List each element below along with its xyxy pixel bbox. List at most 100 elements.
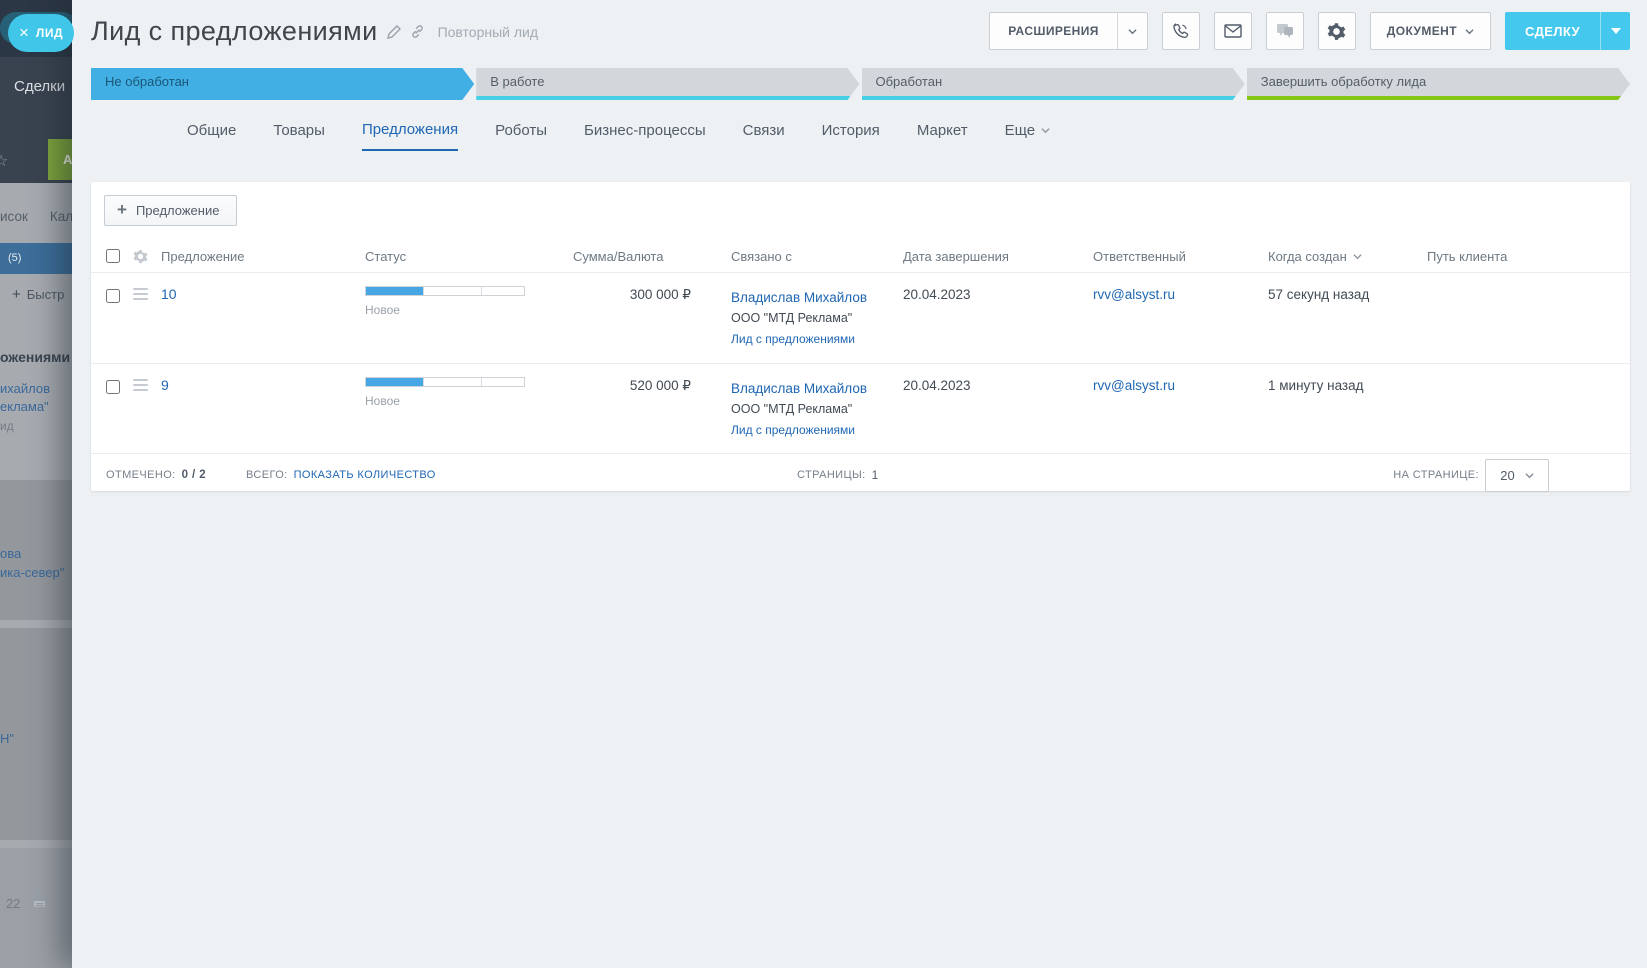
column-header-status[interactable]: Статус bbox=[365, 249, 573, 264]
close-slider-pill[interactable]: × ЛИД bbox=[8, 14, 74, 52]
star-icon: ☆ bbox=[0, 153, 9, 170]
quote-status-label: Новое bbox=[365, 303, 400, 317]
column-header-client-path[interactable]: Путь клиента bbox=[1427, 249, 1630, 264]
company-name: ООО "МТД Реклама" bbox=[731, 401, 853, 416]
background-link-fragment: ика-север" bbox=[0, 565, 65, 580]
grid-settings-icon[interactable] bbox=[133, 249, 161, 264]
background-link-fragment: Н" bbox=[0, 731, 15, 746]
tab-general[interactable]: Общие bbox=[187, 121, 236, 151]
stage-not-processed[interactable]: Не обработан bbox=[91, 68, 474, 100]
column-header-amount[interactable]: Сумма/Валюта bbox=[573, 249, 731, 264]
panel-header: Лид с предложениями Повторный лид РАСШИР… bbox=[91, 0, 1630, 62]
create-deal-button[interactable]: СДЕЛКУ bbox=[1504, 12, 1630, 50]
column-header-quote[interactable]: Предложение bbox=[161, 249, 365, 264]
quote-status-progressbar[interactable] bbox=[365, 376, 525, 387]
column-header-responsible[interactable]: Ответственный bbox=[1093, 249, 1268, 264]
lead-link[interactable]: Лид с предложениями bbox=[731, 332, 855, 346]
stage-in-progress[interactable]: В работе bbox=[476, 68, 859, 100]
background-card-block: ова ика-север" bbox=[0, 480, 72, 620]
tab-history[interactable]: История bbox=[822, 121, 880, 151]
add-quote-button[interactable]: + Предложение bbox=[104, 195, 238, 226]
quote-id-link[interactable]: 10 bbox=[161, 286, 177, 302]
background-deal-name-fragment: ожениями bbox=[0, 349, 71, 365]
per-page-label: НА СТРАНИЦЕ: bbox=[1393, 469, 1479, 481]
extensions-dropdown-arrow[interactable] bbox=[1116, 13, 1147, 49]
responsible-link[interactable]: rvv@alsyst.ru bbox=[1093, 378, 1175, 393]
contact-link[interactable]: Владислав Михайлов bbox=[731, 381, 867, 396]
chat-bubbles-icon bbox=[1276, 23, 1294, 39]
row-menu-icon[interactable] bbox=[133, 378, 161, 394]
quotes-grid-card: + Предложение Предложение Статус Сумма/В… bbox=[91, 182, 1630, 496]
lead-stage-bar: Не обработан В работе Обработан Завершит… bbox=[91, 68, 1630, 100]
edit-title-icon[interactable] bbox=[386, 24, 401, 39]
stage-underline bbox=[476, 96, 859, 100]
chevron-down-icon bbox=[1525, 472, 1534, 478]
row-checkbox[interactable] bbox=[106, 289, 120, 303]
tab-connections[interactable]: Связи bbox=[743, 121, 785, 151]
email-button[interactable] bbox=[1213, 12, 1252, 50]
created-ago: 1 минуту назад bbox=[1268, 377, 1364, 393]
gear-icon bbox=[1327, 22, 1346, 41]
extensions-button[interactable]: РАСШИРЕНИЯ bbox=[989, 12, 1148, 50]
plus-icon: + bbox=[117, 200, 127, 219]
grid-footer: ОТМЕЧЕНО: 0 / 2 ВСЕГО: ПОКАЗАТЬ КОЛИЧЕСТ… bbox=[91, 454, 1630, 496]
quote-status-label: Новое bbox=[365, 393, 400, 408]
column-header-related[interactable]: Связано с bbox=[731, 249, 903, 264]
show-count-link[interactable]: ПОКАЗАТЬ КОЛИЧЕСТВО bbox=[294, 469, 436, 481]
pages-value: 1 bbox=[871, 468, 879, 482]
column-header-finish-date[interactable]: Дата завершения bbox=[903, 249, 1093, 264]
envelope-icon bbox=[1224, 24, 1242, 38]
link-icon[interactable] bbox=[410, 24, 425, 39]
total-label: ВСЕГО: bbox=[246, 469, 288, 481]
chevron-down-icon bbox=[1465, 28, 1474, 34]
tab-products[interactable]: Товары bbox=[273, 121, 325, 151]
chat-button[interactable] bbox=[1265, 12, 1304, 50]
column-header-created[interactable]: Когда создан bbox=[1268, 249, 1427, 264]
call-button[interactable] bbox=[1161, 12, 1200, 50]
detail-tabs: Общие Товары Предложения Роботы Бизнес-п… bbox=[187, 121, 1050, 151]
background-page-title: Сделки bbox=[14, 78, 66, 95]
tab-market[interactable]: Маркет bbox=[917, 121, 968, 151]
row-menu-icon[interactable] bbox=[133, 288, 161, 303]
related-cell: Владислав Михайлов ООО "МТД Реклама" Лид… bbox=[731, 377, 903, 442]
tab-more[interactable]: Еще bbox=[1005, 121, 1051, 151]
contact-link[interactable]: Владислав Михайлов bbox=[731, 290, 867, 305]
quote-amount: 520 000 ₽ bbox=[629, 377, 691, 393]
finish-date: 20.04.2023 bbox=[903, 287, 971, 302]
background-footer-block: 22 bbox=[0, 848, 72, 968]
table-row: 10 Новое 300 000 ₽ Владислав Михайлов ОО… bbox=[91, 273, 1630, 364]
lead-link[interactable]: Лид с предложениями bbox=[731, 423, 855, 437]
progress-fill bbox=[366, 377, 423, 386]
created-ago: 57 секунд назад bbox=[1268, 287, 1370, 302]
quote-id-link[interactable]: 9 bbox=[161, 377, 169, 393]
page-title: Лид с предложениями bbox=[91, 16, 378, 46]
row-checkbox[interactable] bbox=[106, 379, 120, 394]
marked-count: 0 / 2 bbox=[181, 469, 206, 481]
overlay-backdrop[interactable]: Сделки ☆ А исок Кал (5) + Быстр ожениями и… bbox=[0, 0, 72, 968]
select-all-checkbox[interactable] bbox=[106, 249, 120, 263]
page-size-select[interactable]: 20 bbox=[1485, 458, 1549, 492]
plus-icon: + bbox=[12, 286, 21, 303]
marked-label: ОТМЕЧЕНО: bbox=[106, 469, 176, 481]
responsible-link[interactable]: rvv@alsyst.ru bbox=[1093, 287, 1175, 302]
stage-finish-processing[interactable]: Завершить обработку лида bbox=[1247, 68, 1630, 100]
tab-robots[interactable]: Роботы bbox=[495, 121, 547, 151]
background-view-tabs-fragment: исок Кал bbox=[0, 209, 72, 224]
settings-button[interactable] bbox=[1317, 12, 1356, 50]
background-page-body: исок Кал (5) + Быстр ожениями ихайлов екла… bbox=[0, 183, 72, 968]
quote-status-progressbar[interactable] bbox=[365, 286, 525, 296]
stage-processed[interactable]: Обработан bbox=[862, 68, 1245, 100]
background-number-fragment: 22 bbox=[6, 896, 21, 911]
close-icon[interactable]: × bbox=[19, 24, 29, 41]
background-card-block: Н" bbox=[0, 628, 72, 840]
background-link-fragment: ова bbox=[0, 546, 22, 561]
repeat-lead-link[interactable]: Повторный лид bbox=[438, 24, 538, 40]
tab-business-processes[interactable]: Бизнес-процессы bbox=[584, 121, 706, 151]
deal-dropdown-arrow[interactable] bbox=[1600, 12, 1630, 50]
background-counter-row: (5) bbox=[0, 243, 72, 274]
tab-quotes[interactable]: Предложения bbox=[361, 121, 459, 151]
pages-label: СТРАНИЦЫ: bbox=[797, 469, 866, 481]
stage-underline bbox=[1247, 96, 1630, 100]
document-button[interactable]: ДОКУМЕНТ bbox=[1369, 12, 1491, 50]
printer-icon bbox=[30, 890, 49, 908]
